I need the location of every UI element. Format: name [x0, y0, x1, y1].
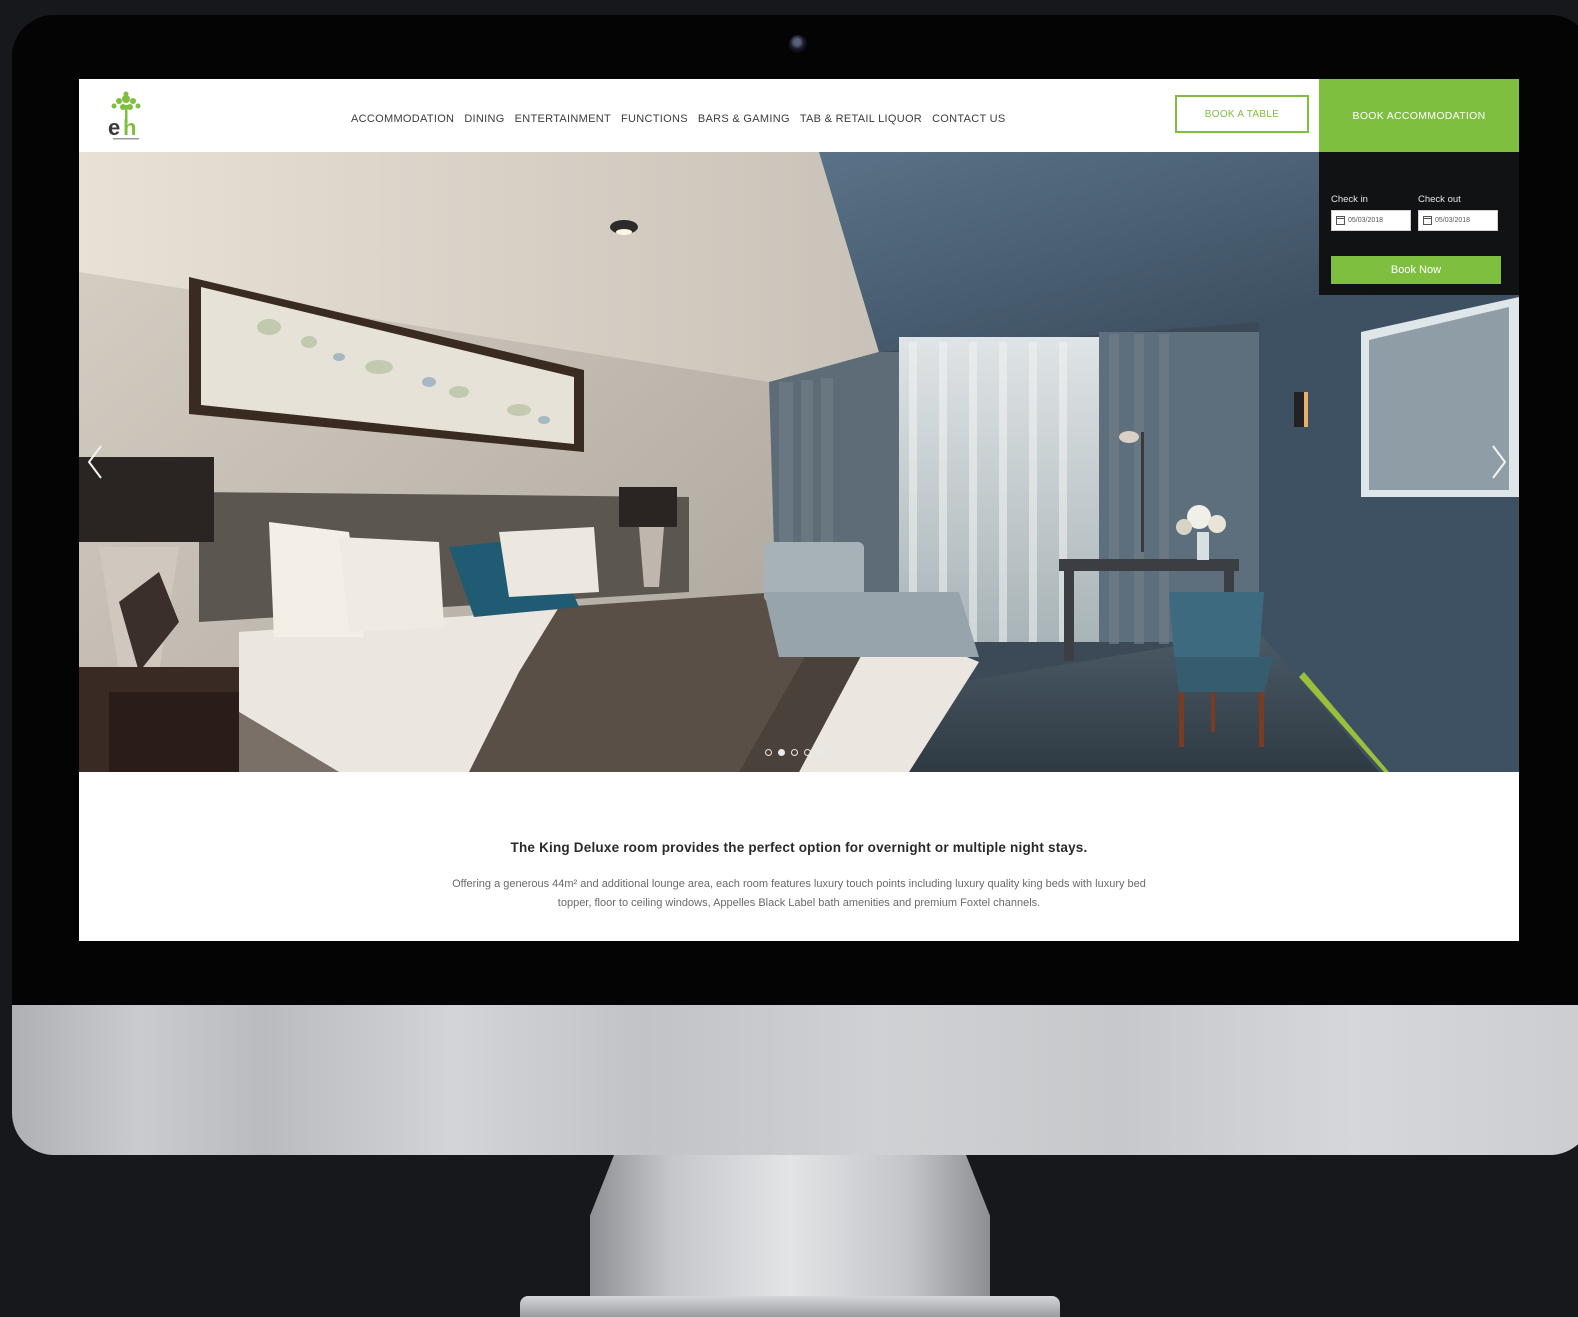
- nav-item-functions[interactable]: FUNCTIONS: [621, 113, 688, 125]
- calendar-icon: [1423, 216, 1432, 225]
- nav-item-entertainment[interactable]: ENTERTAINMENT: [515, 113, 611, 125]
- logo-letter-h: h: [123, 115, 136, 140]
- calendar-icon: [1336, 216, 1345, 225]
- booking-widget: Check in Check out 05/03/2018 05/03/2018…: [1319, 152, 1519, 295]
- check-out-field[interactable]: 05/03/2018: [1418, 210, 1498, 231]
- nav-item-dining[interactable]: DINING: [464, 113, 504, 125]
- slider-next-arrow[interactable]: [1487, 442, 1511, 482]
- book-accommodation-button[interactable]: BOOK ACCOMMODATION: [1319, 79, 1519, 152]
- camera-icon: [789, 35, 807, 53]
- slider-dot[interactable]: [804, 749, 811, 756]
- chevron-left-icon: [87, 445, 102, 479]
- nav-item-contact-us[interactable]: CONTACT US: [932, 113, 1006, 125]
- logo[interactable]: e h: [103, 89, 149, 143]
- website-screen: e h ACCOMMODATION DINING ENTERTAINMENT F…: [79, 79, 1519, 941]
- check-out-value: 05/03/2018: [1435, 217, 1471, 224]
- nav-item-tab-retail-liquor[interactable]: TAB & RETAIL LIQUOR: [800, 113, 922, 125]
- monitor-stand: [590, 1155, 990, 1317]
- slider-dots: [765, 749, 824, 756]
- check-in-label: Check in: [1331, 194, 1368, 205]
- monitor-chin: [12, 1005, 1578, 1155]
- slider-dot[interactable]: [817, 749, 824, 756]
- nav-item-accommodation[interactable]: ACCOMMODATION: [351, 113, 454, 125]
- check-in-field[interactable]: 05/03/2018: [1331, 210, 1411, 231]
- slider-dot-active[interactable]: [778, 749, 785, 756]
- slider-dot[interactable]: [765, 749, 772, 756]
- tree-logo-icon: e h: [108, 91, 141, 140]
- room-description: The King Deluxe room provides the perfec…: [79, 772, 1519, 941]
- site-header: e h ACCOMMODATION DINING ENTERTAINMENT F…: [79, 79, 1519, 152]
- room-headline: The King Deluxe room provides the perfec…: [510, 840, 1088, 855]
- room-body-text: Offering a generous 44m² and additional …: [452, 878, 1146, 909]
- logo-letter-e: e: [108, 115, 120, 140]
- main-nav: ACCOMMODATION DINING ENTERTAINMENT FUNCT…: [351, 113, 1006, 125]
- slider-dot[interactable]: [791, 749, 798, 756]
- chevron-right-icon: [1492, 445, 1507, 479]
- nav-item-bars-gaming[interactable]: BARS & GAMING: [698, 113, 790, 125]
- check-in-value: 05/03/2018: [1348, 217, 1384, 224]
- hero-slider: [79, 152, 1519, 772]
- slider-prev-arrow[interactable]: [83, 442, 107, 482]
- check-out-label: Check out: [1418, 194, 1461, 205]
- book-now-button[interactable]: Book Now: [1331, 256, 1501, 284]
- monitor-stand-base: [520, 1296, 1060, 1317]
- hero-room-image: [79, 152, 1519, 772]
- book-table-button[interactable]: BOOK A TABLE: [1175, 95, 1309, 133]
